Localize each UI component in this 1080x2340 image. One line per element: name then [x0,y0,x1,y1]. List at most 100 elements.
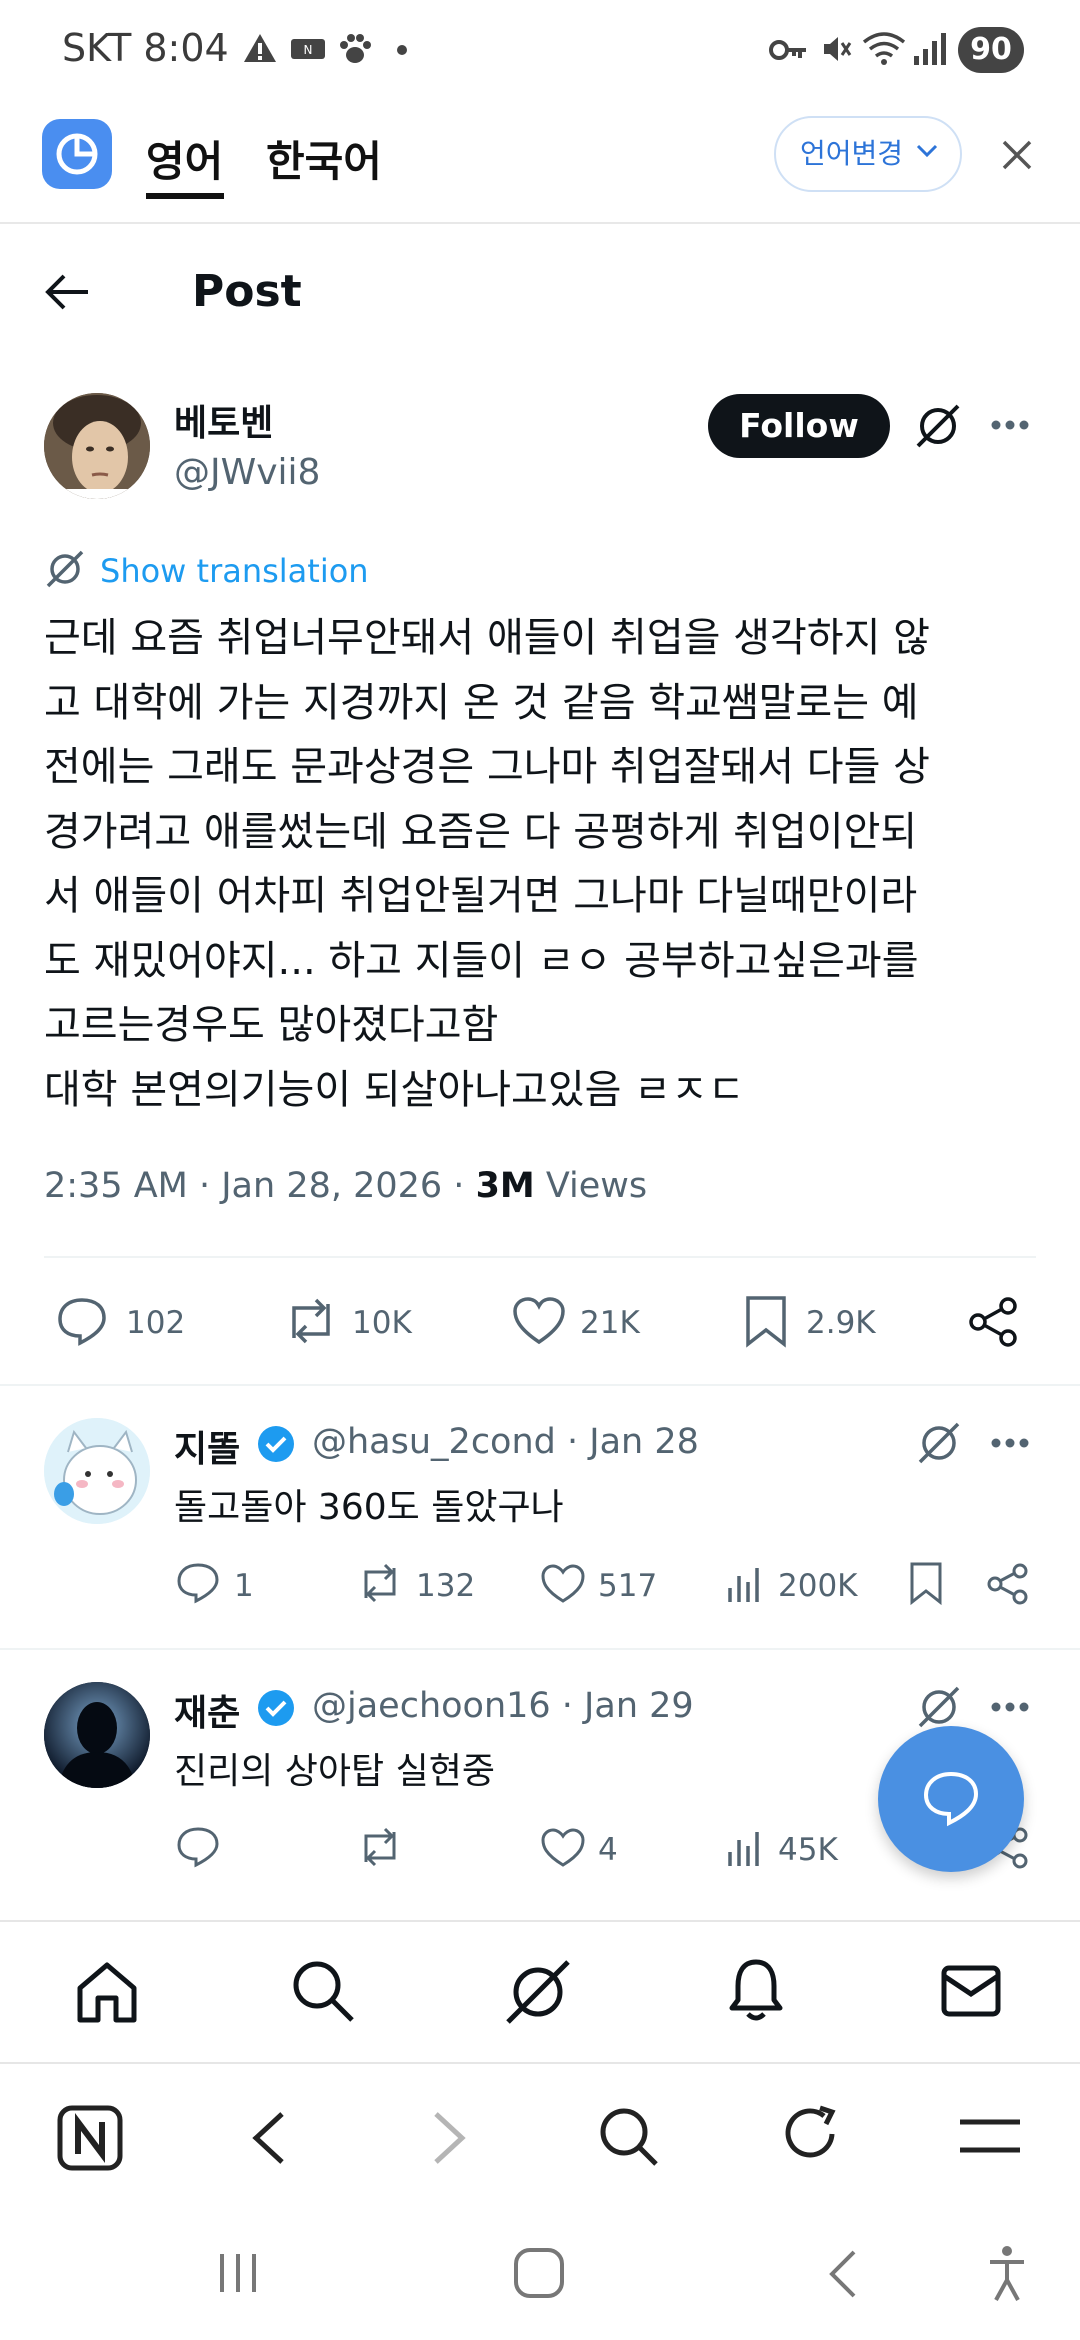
like-icon[interactable] [512,1296,566,1346]
reply-icon[interactable] [176,1826,220,1868]
views-icon[interactable] [724,1564,764,1604]
search-icon[interactable] [598,2106,660,2168]
reply-text: 돌고돌아 360도 돌았구나 [174,1487,564,1528]
more-options-icon[interactable] [990,1700,1030,1714]
chevron-down-icon [916,144,938,158]
warning-icon [244,34,276,62]
reply-avatar[interactable] [44,1418,150,1524]
system-navigation [0,2206,1080,2340]
status-time: SKT 8:04 [62,26,229,70]
status-bar: SKT 8:04 N 90 [0,0,1080,100]
key-icon [769,40,806,60]
share-icon[interactable] [968,1296,1020,1348]
reply-handle-date: @jaechoon16 · Jan 29 [312,1686,694,1726]
reply-author-name[interactable]: 지똘 [174,1420,240,1472]
bottom-nav [0,1920,1080,2062]
change-language-button[interactable]: 언어변경 [774,116,962,192]
like-count: 517 [598,1568,658,1604]
like-icon[interactable] [540,1564,586,1604]
grok-icon[interactable] [504,1958,572,2026]
translate-app-icon [56,133,98,175]
compose-reply-button[interactable] [878,1726,1024,1872]
svg-text:N: N [304,43,313,57]
share-icon[interactable] [986,1562,1030,1606]
tab-target-language[interactable]: 한국어 [266,128,382,189]
reply-author-name[interactable]: 재춘 [174,1684,240,1736]
naver-n-icon[interactable] [56,2104,124,2172]
chat-bubble-icon [923,1771,979,1827]
page-title: Post [192,266,302,317]
nfc-icon: N [291,39,325,59]
show-translation-link[interactable]: Show translation [100,552,369,590]
repost-count: 132 [416,1568,476,1604]
tab-source-language[interactable]: 영어 [146,128,223,189]
verified-badge-icon [258,1426,294,1462]
views-count: 3M [475,1166,535,1206]
views-count: 45K [778,1832,838,1868]
system-back-icon[interactable] [824,2248,860,2300]
messages-mail-icon[interactable] [940,1964,1002,2018]
home-button-icon[interactable] [512,2246,566,2300]
avatar-image [44,393,150,499]
repost-icon[interactable] [282,1296,340,1346]
reply-handle-date: @hasu_2cond · Jan 28 [312,1422,699,1462]
reply-text: 진리의 상아탑 실현중 [174,1751,495,1792]
more-options-icon[interactable] [990,1436,1030,1450]
repost-icon[interactable] [356,1826,404,1868]
notifications-bell-icon[interactable] [726,1956,786,2026]
grok-icon[interactable] [914,402,962,450]
close-icon[interactable] [1000,138,1034,172]
translator-bar: 영어 한국어 언어변경 [0,100,1080,224]
like-count: 4 [598,1832,618,1868]
home-icon[interactable] [74,1960,140,2024]
views-label: Views [534,1166,648,1206]
post-timestamp: 2:35 AM · Jan 28, 2026 · [44,1166,476,1206]
recent-apps-icon[interactable] [214,2250,264,2296]
accessibility-icon[interactable] [986,2244,1028,2302]
grok-icon[interactable] [916,1684,962,1730]
translate-grok-icon [46,550,84,588]
back-chevron-icon[interactable] [250,2110,286,2166]
divider [44,1256,1036,1258]
author-avatar[interactable] [44,393,150,499]
reply-icon[interactable] [176,1562,220,1604]
verified-badge-icon [258,1690,294,1726]
change-language-label: 언어변경 [800,137,904,170]
reply-item[interactable]: 지똘 @hasu_2cond · Jan 28 돌고돌아 360도 돌았구나 1… [0,1386,1080,1648]
follow-button[interactable]: Follow [708,394,890,458]
reply-count: 102 [126,1305,186,1341]
refresh-icon[interactable] [780,2104,842,2168]
paw-icon [340,34,371,63]
browser-toolbar [0,2062,1080,2206]
like-icon[interactable] [540,1828,586,1868]
reply-icon[interactable] [56,1296,108,1346]
avatar-image [44,1418,150,1524]
reply-avatar[interactable] [44,1682,150,1788]
bookmark-count: 2.9K [806,1305,876,1341]
wifi-icon [862,32,906,65]
menu-icon[interactable] [956,2116,1024,2156]
views-icon[interactable] [724,1828,764,1868]
back-arrow-icon[interactable] [44,272,90,312]
bookmark-icon[interactable] [744,1294,788,1348]
like-count: 21K [580,1305,640,1341]
forward-chevron-icon[interactable] [432,2110,468,2166]
repost-icon[interactable] [356,1562,404,1604]
bookmark-icon[interactable] [908,1560,944,1606]
signal-icon [914,33,946,65]
battery-indicator: 90 [958,27,1024,73]
avatar-image [44,1682,150,1788]
author-name[interactable]: 베토벤 [174,394,273,446]
translator-logo [42,119,112,189]
mute-icon [824,37,852,61]
views-count: 200K [778,1568,858,1604]
active-tab-indicator [146,193,224,199]
more-options-icon[interactable] [990,418,1030,432]
repost-count: 10K [352,1305,412,1341]
post-body: 근데 요즘 취업너무안돼서 애들이 취업을 생각하지 않 고 대학에 가는 지경… [44,615,930,1113]
grok-icon[interactable] [916,1420,962,1466]
reply-count: 1 [234,1568,254,1604]
author-handle[interactable]: @JWvii8 [174,452,320,493]
post-meta: 2:35 AM · Jan 28, 2026 · 3M Views [44,1166,647,1206]
search-icon[interactable] [290,1958,356,2024]
